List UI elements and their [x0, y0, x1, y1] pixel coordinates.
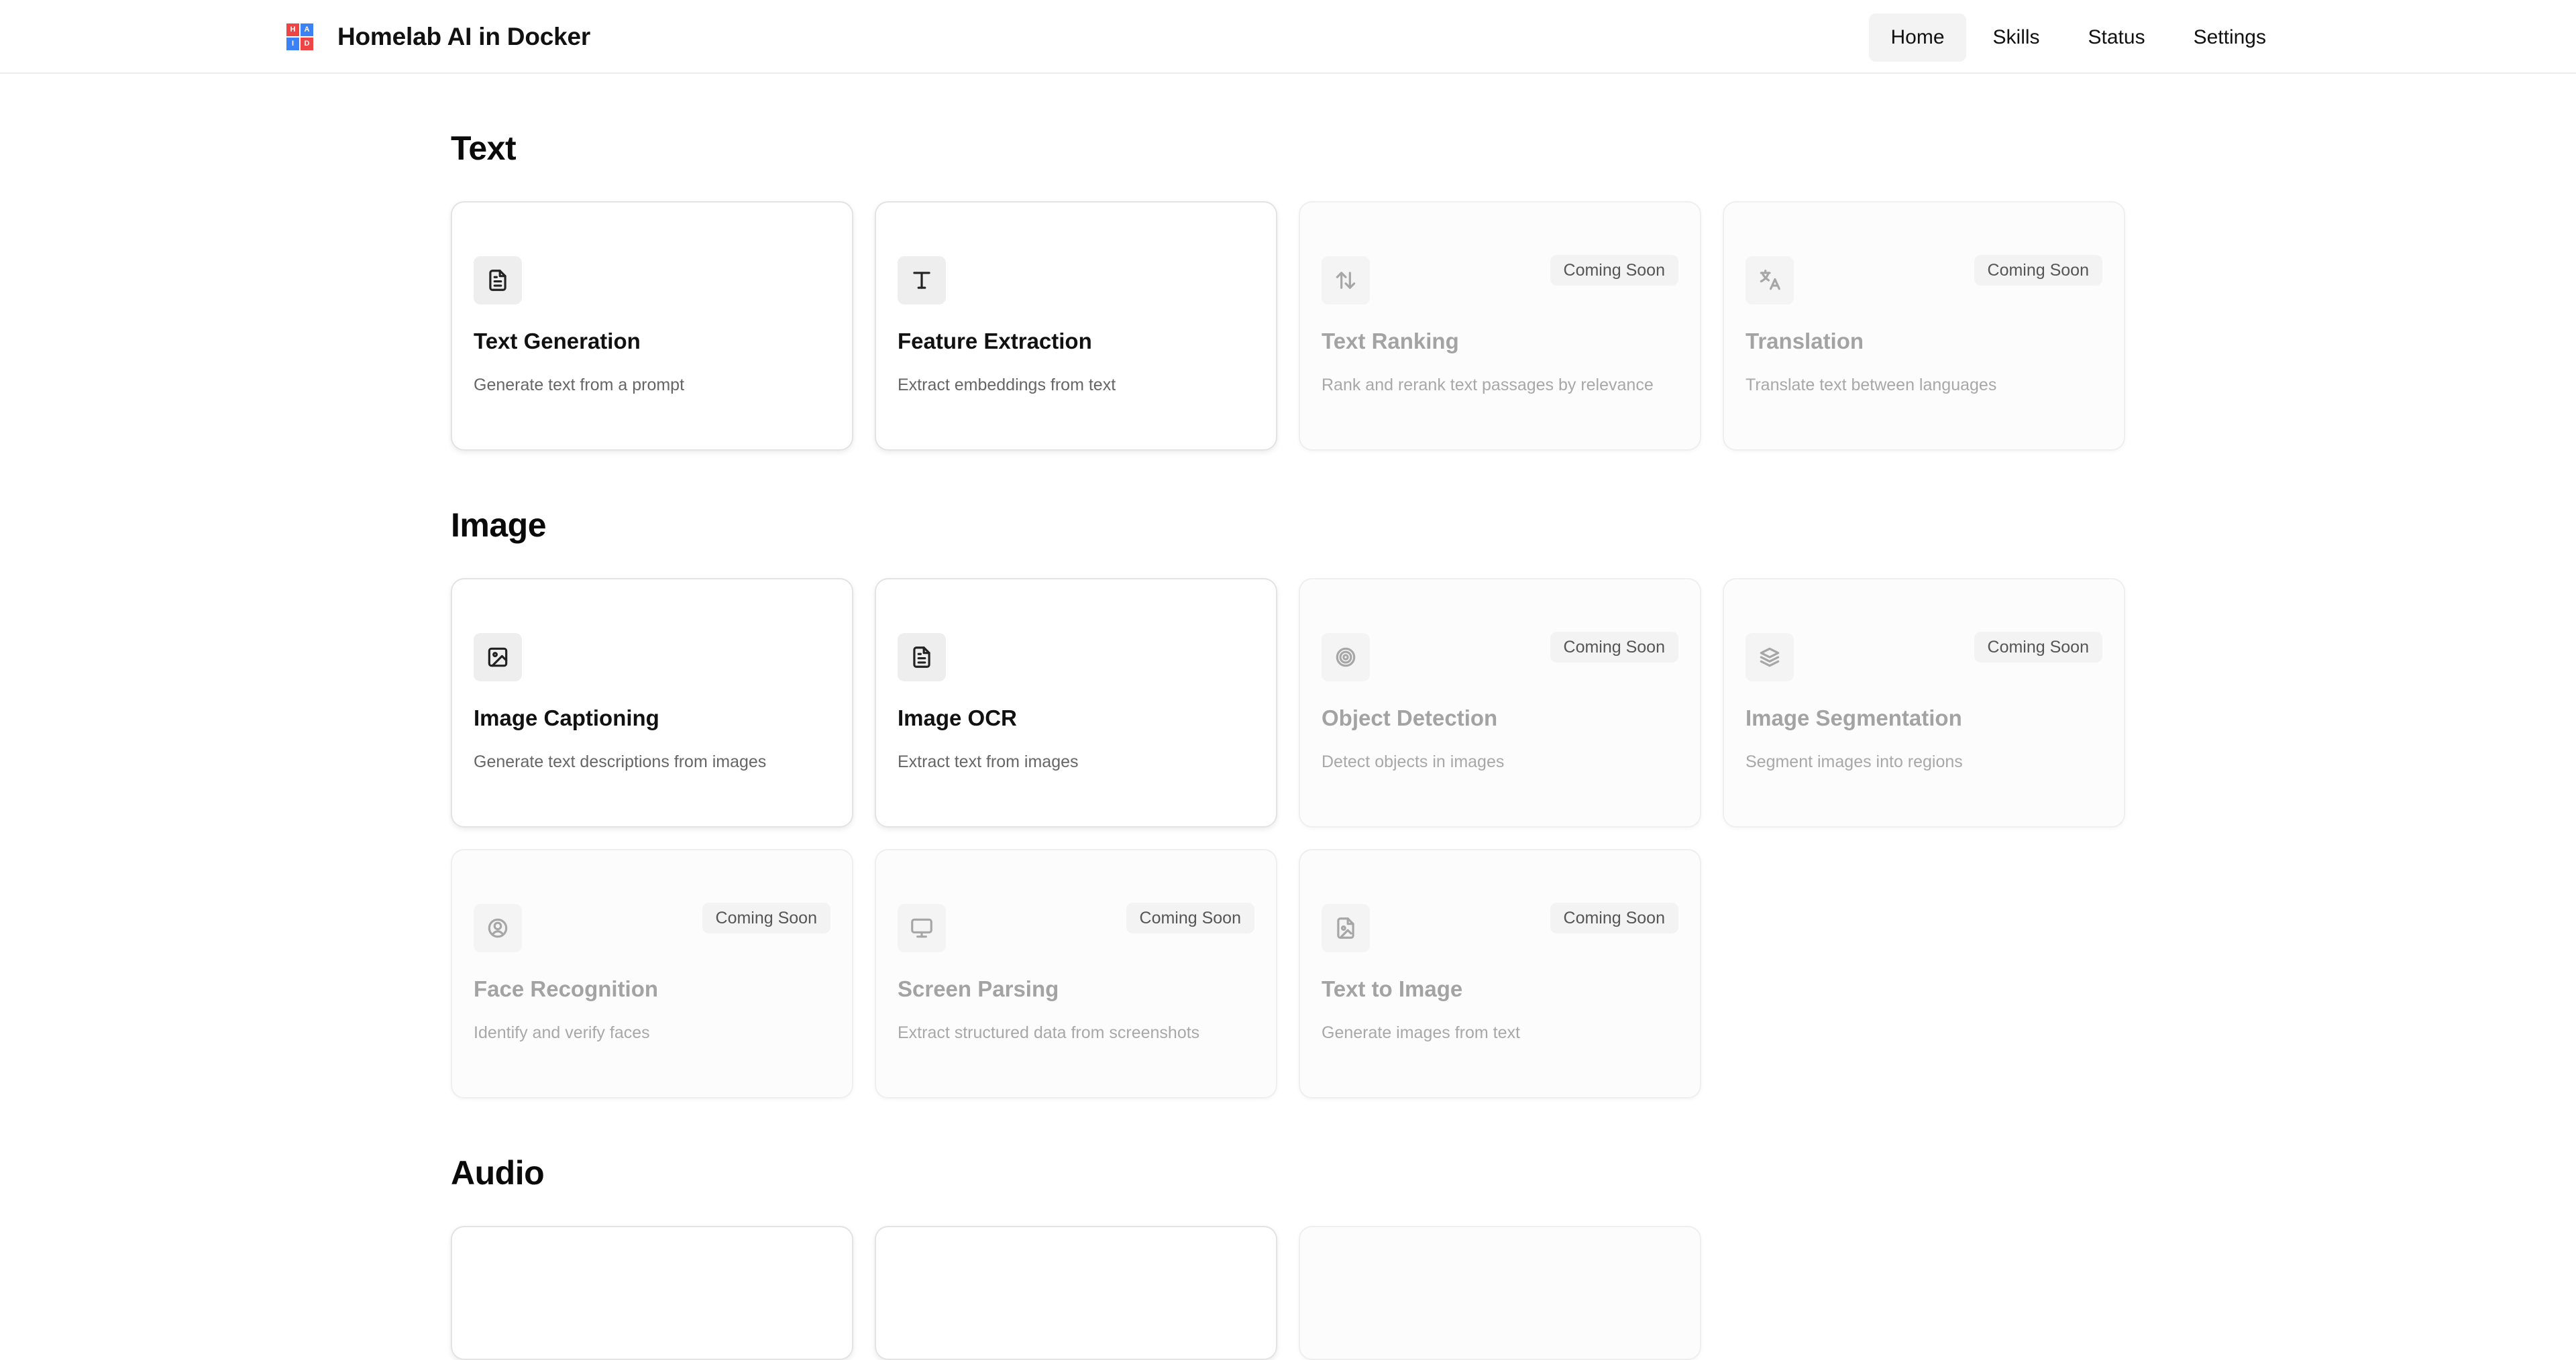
target-icon: [1322, 633, 1370, 681]
skill-card-image-ocr[interactable]: Image OCR Extract text from images: [875, 578, 1277, 828]
skill-card-text-generation[interactable]: Text Generation Generate text from a pro…: [451, 201, 853, 451]
coming-soon-badge: Coming Soon: [702, 903, 830, 933]
logo-letter: A: [301, 23, 313, 36]
card-title: Image Segmentation: [1746, 705, 1962, 730]
skill-card-image-captioning[interactable]: Image Captioning Generate text descripti…: [451, 578, 853, 828]
main-content: Text Text Generation Generate text from …: [451, 74, 2125, 1360]
type-icon: [898, 256, 946, 304]
card-description: Generate text from a prompt: [474, 376, 685, 394]
logo: H A I D: [286, 23, 313, 50]
card-description: Generate text descriptions from images: [474, 752, 767, 771]
logo-letter: H: [286, 23, 299, 36]
coming-soon-badge: Coming Soon: [1126, 903, 1254, 933]
nav-home[interactable]: Home: [1869, 13, 1966, 62]
card-title: Feature Extraction: [898, 329, 1092, 353]
skill-card-translation: Coming Soon Translation Translate text b…: [1723, 201, 2125, 451]
monitor-icon: [898, 904, 946, 952]
card-description: Extract text from images: [898, 752, 1079, 771]
main-nav: Home Skills Status Settings: [1869, 13, 2288, 62]
card-description: Segment images into regions: [1746, 752, 1963, 771]
skill-card-audio-3: [1299, 1226, 1701, 1360]
coming-soon-badge: Coming Soon: [1974, 255, 2102, 286]
card-title: Object Detection: [1322, 705, 1498, 730]
card-description: Generate images from text: [1322, 1023, 1520, 1042]
section-title-audio: Audio: [451, 1154, 545, 1192]
skill-card-face-recognition: Coming Soon Face Recognition Identify an…: [451, 849, 853, 1098]
card-title: Translation: [1746, 329, 1864, 353]
skill-card-feature-extraction[interactable]: Feature Extraction Extract embeddings fr…: [875, 201, 1277, 451]
section-title-text: Text: [451, 129, 517, 167]
coming-soon-badge: Coming Soon: [1550, 255, 1678, 286]
card-title: Screen Parsing: [898, 976, 1059, 1001]
card-description: Detect objects in images: [1322, 752, 1505, 771]
file-image-icon: [1322, 904, 1370, 952]
audio-skill-grid: [451, 1226, 2125, 1360]
coming-soon-badge: Coming Soon: [1974, 632, 2102, 663]
logo-letter: I: [286, 38, 299, 50]
arrow-up-down-icon: [1322, 256, 1370, 304]
coming-soon-badge: Coming Soon: [1550, 632, 1678, 663]
card-title: Image Captioning: [474, 705, 659, 730]
card-description: Rank and rerank text passages by relevan…: [1322, 376, 1654, 394]
nav-status[interactable]: Status: [2067, 13, 2167, 62]
brand[interactable]: H A I D Homelab AI in Docker: [286, 23, 590, 51]
card-title: Face Recognition: [474, 976, 659, 1001]
section-title-image: Image: [451, 506, 547, 544]
languages-icon: [1746, 256, 1794, 304]
skill-card-object-detection: Coming Soon Object Detection Detect obje…: [1299, 578, 1701, 828]
card-title: Text Ranking: [1322, 329, 1459, 353]
card-description: Extract structured data from screenshots: [898, 1023, 1200, 1042]
top-bar: H A I D Homelab AI in Docker Home Skills…: [0, 0, 2576, 74]
image-skill-grid: Image Captioning Generate text descripti…: [451, 578, 2125, 1098]
logo-letter: D: [301, 38, 313, 50]
nav-settings[interactable]: Settings: [2172, 13, 2288, 62]
image-icon: [474, 633, 522, 681]
card-description: Translate text between languages: [1746, 376, 1997, 394]
card-description: Identify and verify faces: [474, 1023, 650, 1042]
document-icon: [898, 633, 946, 681]
user-circle-icon: [474, 904, 522, 952]
document-icon: [474, 256, 522, 304]
skill-card-image-segmentation: Coming Soon Image Segmentation Segment i…: [1723, 578, 2125, 828]
skill-card-text-to-image: Coming Soon Text to Image Generate image…: [1299, 849, 1701, 1098]
card-title: Text Generation: [474, 329, 641, 353]
skill-card-audio-2[interactable]: [875, 1226, 1277, 1360]
skill-card-audio-1[interactable]: [451, 1226, 853, 1360]
text-skill-grid: Text Generation Generate text from a pro…: [451, 201, 2125, 451]
card-title: Image OCR: [898, 705, 1017, 730]
layers-icon: [1746, 633, 1794, 681]
card-title: Text to Image: [1322, 976, 1463, 1001]
app-title[interactable]: Homelab AI in Docker: [337, 23, 590, 51]
nav-skills[interactable]: Skills: [1972, 13, 2061, 62]
skill-card-screen-parsing: Coming Soon Screen Parsing Extract struc…: [875, 849, 1277, 1098]
coming-soon-badge: Coming Soon: [1550, 903, 1678, 933]
card-description: Extract embeddings from text: [898, 376, 1116, 394]
skill-card-text-ranking: Coming Soon Text Ranking Rank and rerank…: [1299, 201, 1701, 451]
